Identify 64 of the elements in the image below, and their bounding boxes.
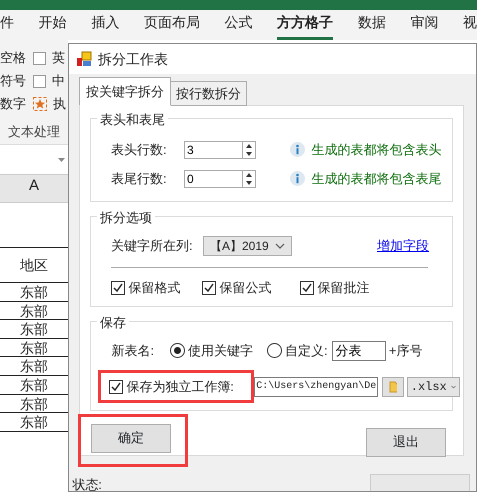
checkbox-label: 保留公式 (219, 279, 272, 297)
dialog-button[interactable]: 退出 (366, 428, 446, 456)
ribbon-tab[interactable]: 方方格子 (277, 6, 334, 40)
radio-button[interactable] (170, 343, 184, 358)
dialog-button[interactable]: 确定 (91, 424, 171, 452)
field-label: 表尾行数: (111, 170, 168, 188)
ribbon-tab[interactable]: 视 (463, 6, 477, 40)
ribbon-label: 空格 (0, 49, 26, 68)
ribbon-label: 英 (52, 49, 65, 68)
app-icon (76, 51, 92, 67)
radio-label: 使用关键字 (188, 342, 253, 360)
star-icon[interactable] (32, 97, 46, 111)
hint-text: 生成的表都将包含表头 (312, 140, 442, 159)
ribbon-label: 执 (53, 95, 66, 114)
ribbon-tab[interactable]: 件 (0, 6, 14, 40)
number-field[interactable]: 3 (184, 140, 242, 158)
ribbon-tab[interactable]: 审阅 (410, 6, 438, 40)
hint-text: 生成的表都将包含表尾 (312, 170, 442, 188)
column-dropdown[interactable]: 【A】2019 (203, 236, 292, 256)
ribbon-tab[interactable]: 开始 (38, 6, 67, 40)
tab[interactable]: 按行数拆分 (170, 80, 247, 106)
caret-icon (450, 384, 456, 390)
ribbon-tab[interactable]: 页面布局 (144, 6, 200, 40)
dropdown-value: .xlsx (410, 378, 447, 396)
info-icon (290, 171, 305, 186)
radio-button[interactable] (266, 343, 282, 358)
ribbon-label: 中 (52, 72, 65, 90)
checkbox-label: 保留格式 (128, 279, 180, 297)
ribbon-label: 符号 (0, 72, 26, 90)
column-header: A (0, 175, 68, 203)
checkbox[interactable] (109, 380, 123, 394)
spin-up-icon[interactable] (246, 172, 252, 176)
info-icon (290, 142, 305, 157)
group-label: 文本处理 (7, 123, 61, 141)
checkbox-label: 保留批注 (317, 279, 370, 297)
dialog-title: 拆分工作表 (98, 50, 168, 68)
field-label: 新表名: (112, 342, 156, 360)
add-field-link[interactable]: 增加字段 (377, 236, 429, 256)
checkbox-label: 保存为独立工作簿: (126, 378, 234, 396)
dropdown-value: 【A】2019 (210, 238, 269, 255)
name-input[interactable]: 分表 (332, 340, 386, 360)
spin-down-icon[interactable] (246, 180, 252, 184)
radio-label: 自定义: (285, 342, 328, 360)
ribbon-tab[interactable]: 数据 (358, 6, 386, 40)
checkbox[interactable] (32, 74, 46, 88)
folder-button[interactable] (382, 376, 404, 396)
ribbon-label: 数字 (0, 95, 26, 114)
dropdown-arrow-icon[interactable] (58, 158, 65, 162)
format-dropdown[interactable]: .xlsx (406, 376, 460, 396)
checkbox[interactable] (202, 280, 216, 295)
spin-up-icon[interactable] (246, 144, 252, 148)
caret-icon (275, 243, 286, 249)
checkbox[interactable] (300, 280, 314, 295)
field-label: 关键字所在列: (111, 237, 194, 256)
spin-down-icon[interactable] (246, 152, 252, 156)
number-field[interactable]: 0 (184, 170, 242, 188)
suffix-label: +序号 (388, 342, 422, 360)
field-label: 表头行数: (111, 140, 168, 159)
checkbox[interactable] (32, 52, 46, 64)
tab[interactable]: 按关键字拆分 (79, 76, 171, 106)
checkbox[interactable] (111, 280, 125, 295)
ribbon-tab[interactable]: 公式 (224, 6, 252, 40)
ribbon-tab[interactable]: 插入 (91, 6, 120, 40)
status-label: 状态: (72, 476, 102, 491)
